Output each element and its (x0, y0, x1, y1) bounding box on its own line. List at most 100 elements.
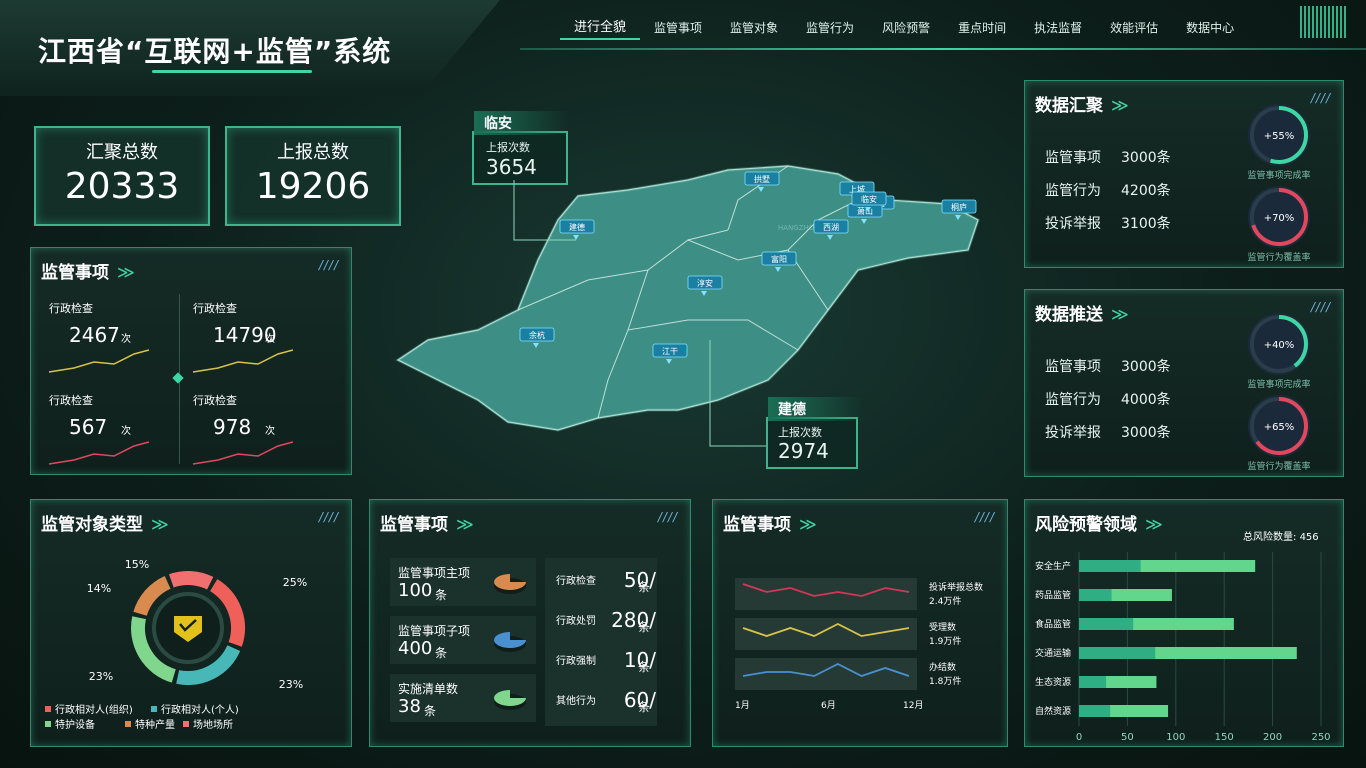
item-card-unit: 条 (435, 646, 448, 660)
nav-item-4[interactable]: 风险预警 (868, 18, 944, 38)
legend-swatch (125, 721, 131, 727)
category-label: 食品监管 (1035, 618, 1071, 630)
bar-shade (1079, 589, 1112, 601)
info-key: 投诉举报 (1045, 216, 1101, 232)
bar-shade (1079, 705, 1111, 717)
map-callout-jiande: 上报次数 2974 (766, 417, 858, 469)
pie-icon (494, 690, 526, 710)
legend-label: 特护设备 (55, 718, 95, 731)
nav-item-2[interactable]: 监管对象 (716, 18, 792, 38)
x-tick: 50 (1121, 732, 1134, 743)
item-breakdown-panel: 监管事项 ≫ //// 监管事项主项 100 条监管事项子项 400 条实施清单数 38 条行… (369, 499, 691, 747)
cell-value: 567 (69, 415, 107, 439)
map-label: 桐庐 (951, 202, 967, 212)
x-tick: 250 (1311, 732, 1330, 743)
slice-label: 15% (125, 558, 149, 571)
cell-unit: 次 (121, 332, 131, 345)
gauge-caption: 监管行为覆盖率 (1247, 251, 1310, 263)
gauge-label: +65% (1264, 422, 1295, 433)
series-band (735, 658, 917, 690)
callout-city-linan: 临安 (474, 111, 568, 135)
series-value: 2.4万件 (929, 595, 961, 607)
nav-item-7[interactable]: 效能评估 (1096, 18, 1172, 38)
gauge-label: +70% (1264, 213, 1295, 224)
item-card-unit: 条 (424, 704, 437, 718)
info-key: 监管事项 (1045, 150, 1101, 166)
item-card: 监管事项子项 400 条 (390, 616, 536, 664)
callout-connector (709, 340, 766, 447)
nav-item-8[interactable]: 数据中心 (1172, 18, 1248, 38)
map-label: 江干 (662, 347, 678, 356)
category-label: 交通运输 (1035, 647, 1071, 659)
info-value: 3100条 (1121, 216, 1171, 232)
trend-chart: 投诉举报总数 2.4万件受理数 1.9万件办结数 1.8万件 1月 6月 12月 (735, 578, 983, 711)
nav-item-3[interactable]: 监管行为 (792, 18, 868, 38)
action-label: 行政检查 (556, 576, 596, 587)
legend-label: 行政相对人(组织) (55, 703, 133, 716)
cell-value: 2467 (69, 323, 120, 347)
supervision-items-panel: 监管事项 ≫ //// 行政检查 2467 次行政检查 14790 次行政检查 567 次行政… (30, 247, 352, 475)
map-callout-linan: 上报次数 3654 (472, 131, 568, 185)
info-key: 监管行为 (1045, 183, 1101, 199)
item-card-value: 38 (398, 696, 421, 717)
callout-label: 上报次数 (486, 141, 530, 154)
cell-value: 978 (213, 415, 251, 439)
series-name: 投诉举报总数 (929, 581, 983, 593)
cell-unit: 次 (265, 424, 275, 437)
cell-label: 行政检查 (193, 393, 237, 407)
callout-value: 3654 (486, 155, 537, 179)
item-card: 实施清单数 38 条 (390, 674, 536, 722)
item-card-label: 实施清单数 (398, 682, 459, 696)
gathered-total-label: 汇聚总数 (86, 142, 158, 163)
data-push-panel: 数据推送 ≫ //// 监管事项 3000条 监管行为 4000条 投诉举报 3000条 +… (1024, 289, 1344, 477)
bar-shade (1079, 647, 1156, 659)
panel-title: 数据汇聚 ≫ (1035, 96, 1129, 116)
category-label: 自然资源 (1035, 705, 1071, 717)
action-label: 其他行为 (556, 696, 596, 707)
category-label: 药品监管 (1035, 589, 1071, 601)
map-label: 临安 (861, 194, 877, 204)
info-value: 4000条 (1121, 392, 1171, 408)
callout-city-jiande: 建德 (768, 397, 864, 421)
pie-icon (494, 632, 526, 652)
action-unit: 条 (638, 660, 651, 674)
push-gauges: +40% 监管事项完成率 +65% 监管行为覆盖率 (1247, 313, 1311, 472)
legend-label: 场地场所 (193, 718, 233, 731)
action-unit: 条 (638, 700, 651, 714)
page-title: 江西省“互联网+监管”系统 (38, 35, 392, 68)
trend-panel: 监管事项 ≫ //// 投诉举报总数 2.4万件 受理数 1.9万件 办结数 1.8万件 1月… (712, 499, 1008, 747)
bar-shade (1079, 560, 1141, 572)
nav-item-5[interactable]: 重点时间 (944, 18, 1020, 38)
reported-total-card: 上报总数 19206 (225, 126, 401, 226)
map-label: 拱墅 (754, 174, 770, 184)
pie-body (494, 632, 526, 648)
nav-item-0[interactable]: 进行全貌 (560, 18, 641, 40)
info-key: 监管事项 (1045, 359, 1101, 375)
map-label: 淳安 (697, 278, 713, 288)
info-key: 投诉举报 (1045, 425, 1101, 441)
nav-item-1[interactable]: 监管事项 (640, 18, 716, 38)
cell-unit: 次 (265, 332, 275, 345)
map-label: 余杭 (529, 330, 545, 340)
nav-divider (520, 48, 1366, 50)
info-value: 3000条 (1121, 425, 1171, 441)
map-label: 富阳 (771, 254, 787, 264)
panel-title: 数据推送 ≫ (1035, 305, 1129, 325)
top-nav: 进行全貌 监管事项 监管对象 监管行为 风险预警 重点时间 执法监督 效能评估 数据中心 (560, 18, 1248, 40)
info-key: 监管行为 (1045, 392, 1101, 408)
reported-total-value: 19206 (255, 166, 371, 207)
info-value: 3000条 (1121, 359, 1171, 375)
legend-swatch (151, 706, 157, 712)
x-tick: 0 (1076, 732, 1082, 743)
object-types-donut: 23% 23% 25% 15% 14% 行政相对人(组织) 行政相对人(个人) 特护设备 特种产… (45, 558, 307, 731)
legend-swatch (183, 721, 189, 727)
stripes-decoration: //// (657, 510, 678, 524)
slice-label: 14% (87, 582, 111, 595)
cell-label: 行政检查 (49, 393, 93, 407)
item-card-unit: 条 (435, 588, 448, 602)
action-unit: 条 (638, 620, 651, 634)
legend-label: 行政相对人(个人) (161, 703, 239, 716)
cell-label: 行政检查 (193, 301, 237, 315)
nav-item-6[interactable]: 执法监督 (1020, 18, 1096, 38)
x-tick: 12月 (903, 700, 923, 711)
